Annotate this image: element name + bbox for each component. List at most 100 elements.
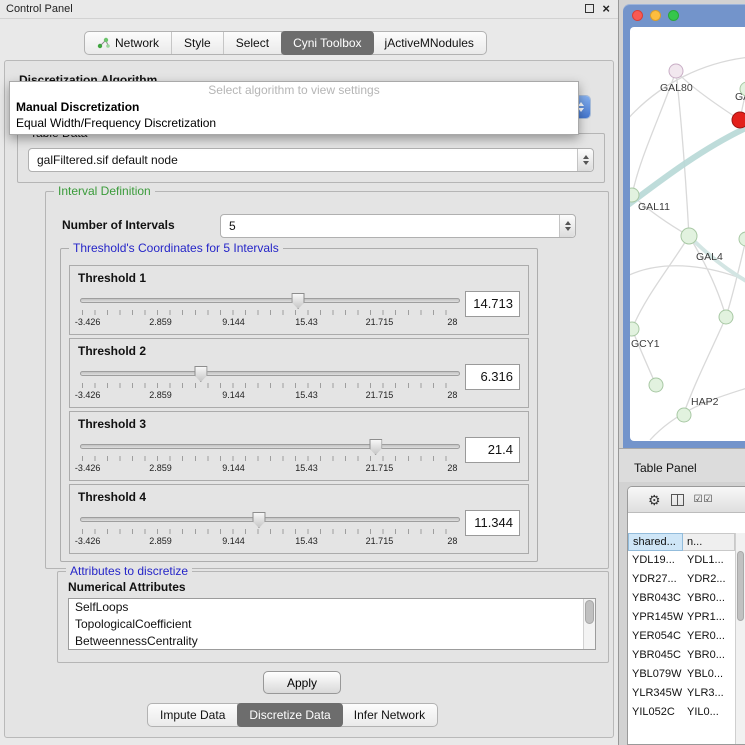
network-graph: GAL80 GAL8 GAL11 GAL4 GCY1 HAP2 [630,27,745,441]
gear-icon[interactable]: ⚙ [648,493,661,507]
table-row[interactable]: YIL052CYIL0... [628,703,745,722]
tab-impute-data[interactable]: Impute Data [148,704,238,726]
algorithm-dropdown-popup: Select algorithm to view settings Manual… [9,81,579,135]
combo-stepper-icon[interactable] [577,149,593,171]
attributes-group-title: Attributes to discretize [66,564,192,578]
threshold-2-slider[interactable]: -3.426 2.859 9.144 15.43 21.715 28 [80,365,460,405]
select-columns-icons[interactable]: ☑☑ [694,494,714,505]
columns-icon[interactable] [671,494,684,506]
right-region: GAL80 GAL8 GAL11 GAL4 GCY1 HAP2 Table Pa… [618,0,745,745]
table-panel-window: ⚙ ☑☑ shared... n... YDL19...YDL1... YDR2… [627,486,745,745]
threshold-3-label: Threshold 3 [78,417,146,431]
table-panel-header: Table Panel [619,448,745,482]
threshold-3-value-field[interactable]: 21.4 [465,437,520,463]
threshold-4-value-field[interactable]: 11.344 [465,510,520,536]
node-label: GAL80 [660,82,693,94]
slider-thumb[interactable] [194,366,207,382]
number-of-intervals-combo[interactable]: 5 [220,214,576,238]
slider-track[interactable] [80,371,460,376]
thresholds-group-title: Threshold's Coordinates for 5 Intervals [69,241,283,255]
number-of-intervals-label: Number of Intervals [62,218,175,232]
numerical-attributes-list[interactable]: SelfLoops TopologicalCoefficient Between… [68,598,596,650]
scrollbar-thumb[interactable] [585,600,594,624]
column-header-shared-name[interactable]: shared... [628,533,683,551]
app-root: Control Panel × Network Style Select Cyn… [0,0,745,745]
slider-track[interactable] [80,298,460,303]
checkbox-icon: ☑ [704,494,714,505]
combo-stepper-icon[interactable] [559,215,575,237]
node-unlabeled[interactable] [649,378,663,392]
dropdown-option-equal-width-frequency[interactable]: Equal Width/Frequency Discretization [10,115,578,131]
threshold-2-value-field[interactable]: 6.316 [465,364,520,390]
network-edges [630,57,745,440]
table-row[interactable]: YBR043CYBR0... [628,589,745,608]
node-gcy1[interactable] [630,322,639,336]
network-canvas[interactable]: GAL80 GAL8 GAL11 GAL4 GCY1 HAP2 [630,27,745,441]
zoom-traffic-light-icon[interactable] [668,10,679,21]
node-label: HAP2 [691,396,719,408]
column-header-name[interactable]: n... [683,533,735,551]
threshold-1-slider[interactable]: -3.426 2.859 9.144 15.43 21.715 28 [80,292,460,332]
threshold-3-panel: Threshold 3 -3.426 2.859 9.144 15.43 21.… [69,411,529,481]
threshold-4-label: Threshold 4 [78,490,146,504]
tab-discretize-data[interactable]: Discretize Data [237,703,342,727]
dropdown-option-manual-discretization[interactable]: Manual Discretization [10,99,578,115]
table-scrollbar[interactable] [735,533,745,744]
slider-ticks [82,310,458,315]
table-toolbar: ⚙ ☑☑ [628,487,745,513]
tab-infer-network[interactable]: Infer Network [342,704,437,726]
network-nodes[interactable] [630,64,745,422]
node-labels: GAL80 GAL8 GAL11 GAL4 GCY1 HAP2 [631,82,745,408]
node-gal4[interactable] [681,228,697,244]
table-row[interactable]: YBR045CYBR0... [628,646,745,665]
node-gal80[interactable] [669,64,683,78]
threshold-4-slider[interactable]: -3.426 2.859 9.144 15.43 21.715 28 [80,511,460,551]
slider-track[interactable] [80,517,460,522]
list-item[interactable]: BetweennessCentrality [69,633,595,650]
close-traffic-light-icon[interactable] [632,10,643,21]
interval-definition-group: Interval Definition Number of Intervals … [45,191,609,569]
slider-thumb[interactable] [292,293,305,309]
interval-definition-title: Interval Definition [54,184,155,198]
minimize-traffic-light-icon[interactable] [650,10,661,21]
node-gal11[interactable] [630,188,639,202]
table-row[interactable]: YER054CYER0... [628,627,745,646]
slider-scale: -3.426 2.859 9.144 15.43 21.715 28 [80,317,460,328]
table-row[interactable]: YDR27...YDR2... [628,570,745,589]
close-icon[interactable]: × [602,3,610,14]
threshold-1-value-field[interactable]: 14.713 [465,291,520,317]
tab-jactivemnodules[interactable]: jActiveMNodules [373,32,486,54]
list-scrollbar[interactable] [583,599,595,649]
slider-track[interactable] [80,444,460,449]
node-selected-red[interactable] [732,112,745,128]
network-window-titlebar [623,4,745,27]
tab-style[interactable]: Style [172,32,224,54]
table-row[interactable]: YDL19...YDL1... [628,551,745,570]
scrollbar-thumb[interactable] [737,551,744,621]
network-window: GAL80 GAL8 GAL11 GAL4 GCY1 HAP2 [623,4,745,448]
table-row[interactable]: YBL079WYBL0... [628,665,745,684]
table-data-group: Table Data galFiltered.sif default node [17,133,605,183]
table-row[interactable]: YLR345WYLR3... [628,684,745,703]
checkbox-icon: ☑ [694,494,704,505]
numerical-attributes-label: Numerical Attributes [68,580,186,594]
slider-ticks [82,529,458,534]
apply-button[interactable]: Apply [263,671,341,694]
slider-thumb[interactable] [369,439,382,455]
node-partial-right[interactable] [739,232,745,246]
table-gap [628,513,745,533]
thick-teal-edge [630,127,745,205]
float-window-icon[interactable] [585,4,594,13]
table-row[interactable]: YPR145WYPR1... [628,608,745,627]
tab-cyni-toolbox[interactable]: Cyni Toolbox [281,31,373,55]
list-item[interactable]: SelfLoops [69,599,595,616]
table-data-combo[interactable]: galFiltered.sif default node [28,148,594,172]
tab-select[interactable]: Select [224,32,282,54]
node-hap2[interactable] [677,408,691,422]
node-unlabeled[interactable] [719,310,733,324]
slider-thumb[interactable] [252,512,265,528]
control-panel-window: Control Panel × Network Style Select Cyn… [0,0,618,745]
threshold-3-slider[interactable]: -3.426 2.859 9.144 15.43 21.715 28 [80,438,460,478]
list-item[interactable]: TopologicalCoefficient [69,616,595,633]
tab-network[interactable]: Network [85,32,172,54]
